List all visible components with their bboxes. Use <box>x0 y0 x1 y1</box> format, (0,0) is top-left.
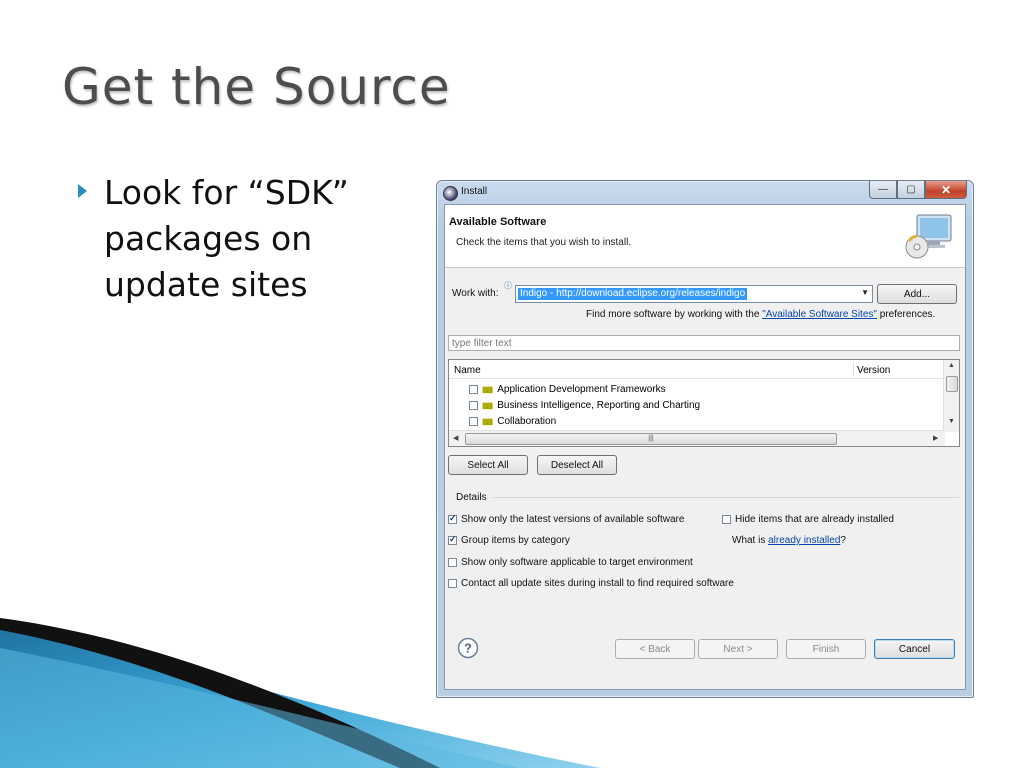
table-row[interactable]: ▮▮▮ Business Intelligence, Reporting and… <box>469 398 700 412</box>
bullet-text: Look for “SDK” packages on update sites <box>104 173 349 304</box>
help-icon[interactable]: ? <box>457 637 479 659</box>
scroll-down-icon[interactable]: ▼ <box>948 418 955 425</box>
scroll-right-icon[interactable]: ▶ <box>933 434 938 442</box>
info-icon: ⓘ <box>504 281 512 290</box>
banner-description: Check the items that you wish to install… <box>456 237 632 248</box>
group-by-category-option[interactable]: Group items by category <box>448 534 570 546</box>
group-by-category-label: Group items by category <box>461 535 570 546</box>
row-checkbox[interactable] <box>469 416 478 426</box>
chevron-down-icon: ▼ <box>861 288 869 297</box>
available-software-sites-link[interactable]: "Available Software Sites" <box>762 309 877 320</box>
row-label: Application Development Frameworks <box>497 383 666 395</box>
contact-sites-option[interactable]: Contact all update sites during install … <box>448 578 734 589</box>
title-bar: Install — ▢ ✕ <box>437 181 973 203</box>
add-button[interactable]: Add... <box>877 284 957 304</box>
row-checkbox[interactable] <box>469 400 478 410</box>
dialog-banner: Available Software Check the items that … <box>445 205 965 268</box>
minimize-button[interactable]: — <box>869 181 897 199</box>
hide-installed-checkbox[interactable] <box>722 515 731 524</box>
target-environment-label: Show only software applicable to target … <box>461 557 693 568</box>
latest-versions-label: Show only the latest versions of availab… <box>461 514 685 525</box>
work-with-combo[interactable]: Indigo - http://download.eclipse.org/rel… <box>515 285 873 303</box>
bullet-arrow-icon <box>78 184 87 198</box>
row-checkbox[interactable] <box>469 384 478 394</box>
target-environment-checkbox[interactable] <box>448 558 457 567</box>
horizontal-scrollbar[interactable]: ◀ ||| ▶ <box>449 430 945 446</box>
category-icon: ▮▮▮ <box>482 400 493 410</box>
category-icon: ▮▮▮ <box>482 416 493 426</box>
what-is-prefix: What is <box>732 535 766 546</box>
slide-title: Get the Source <box>62 58 451 116</box>
select-all-button[interactable]: Select All <box>448 455 528 475</box>
next-button[interactable]: Next > <box>698 639 778 659</box>
deselect-all-button[interactable]: Deselect All <box>537 455 617 475</box>
row-label: Business Intelligence, Reporting and Cha… <box>497 399 701 411</box>
scroll-up-icon[interactable]: ▲ <box>948 362 955 369</box>
close-icon: ✕ <box>940 182 952 197</box>
more-software-text: Find more software by working with the "… <box>586 309 935 320</box>
dialog-body: Available Software Check the items that … <box>444 204 966 690</box>
what-is-installed-text: What is already installed? <box>732 535 846 546</box>
contact-sites-label: Contact all update sites during install … <box>461 578 734 589</box>
target-environment-option[interactable]: Show only software applicable to target … <box>448 557 693 568</box>
work-with-value: Indigo - http://download.eclipse.org/rel… <box>518 288 748 300</box>
table-header: Name Version <box>449 360 945 379</box>
column-version[interactable]: Version <box>857 365 890 376</box>
column-name[interactable]: Name <box>454 365 481 376</box>
finish-button[interactable]: Finish <box>786 639 866 659</box>
minimize-icon: — <box>878 184 888 195</box>
back-button[interactable]: < Back <box>615 639 695 659</box>
hide-installed-option[interactable]: Hide items that are already installed <box>722 514 894 525</box>
window-title: Install <box>461 186 488 197</box>
maximize-button[interactable]: ▢ <box>897 181 925 199</box>
filter-input[interactable] <box>448 335 960 351</box>
install-dialog: Install — ▢ ✕ Available Software Check t… <box>436 180 974 698</box>
monitor-cd-icon <box>905 214 952 259</box>
category-icon: ▮▮▮ <box>482 384 493 394</box>
hide-installed-label: Hide items that are already installed <box>735 514 894 525</box>
table-row[interactable]: ▮▮▮ Collaboration <box>469 414 556 428</box>
details-label: Details <box>456 492 487 503</box>
details-divider <box>493 497 959 498</box>
column-divider[interactable] <box>853 362 854 376</box>
row-label: Collaboration <box>497 415 557 427</box>
table-row[interactable]: ▮▮▮ Application Development Frameworks <box>469 382 666 396</box>
eclipse-icon <box>443 186 458 201</box>
bullet-item: Look for “SDK” packages on update sites <box>78 170 398 308</box>
cancel-button[interactable]: Cancel <box>874 639 955 659</box>
scroll-left-icon[interactable]: ◀ <box>453 434 458 442</box>
maximize-icon: ▢ <box>906 184 916 195</box>
vertical-scrollbar[interactable]: ▲ ▼ <box>943 360 959 432</box>
software-table: Name Version ▮▮▮ Application Development… <box>448 359 960 447</box>
horizontal-scroll-thumb[interactable]: ||| <box>465 433 837 445</box>
group-by-category-checkbox[interactable] <box>448 534 457 545</box>
banner-title: Available Software <box>449 216 547 228</box>
already-installed-link[interactable]: already installed <box>768 535 840 546</box>
svg-text:?: ? <box>464 641 472 656</box>
latest-versions-option[interactable]: Show only the latest versions of availab… <box>448 513 685 525</box>
more-software-prefix: Find more software by working with the <box>586 309 760 320</box>
close-button[interactable]: ✕ <box>925 181 967 199</box>
contact-sites-checkbox[interactable] <box>448 579 457 588</box>
work-with-label: Work with: <box>452 288 499 299</box>
more-software-suffix: preferences. <box>879 309 936 320</box>
latest-versions-checkbox[interactable] <box>448 513 457 524</box>
vertical-scroll-thumb[interactable] <box>946 376 958 392</box>
what-is-suffix: ? <box>840 535 846 546</box>
